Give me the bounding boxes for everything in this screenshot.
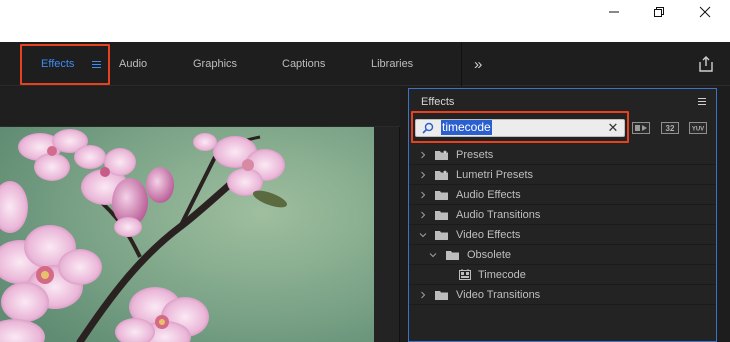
chevron-right-icon[interactable] [419, 171, 427, 179]
workspace-tab-audio[interactable]: Audio [119, 42, 147, 86]
more-workspaces-button[interactable]: » [474, 42, 494, 86]
tree-item-label: Video Transitions [456, 288, 541, 301]
32-bit-color-icon[interactable]: 32 [660, 120, 680, 136]
window-titlebar [0, 0, 730, 42]
tree-item-obsolete[interactable]: Obsolete [409, 245, 716, 265]
chevron-right-icon[interactable] [419, 211, 427, 219]
folder-icon [435, 291, 448, 300]
workspace-tab-label: Audio [119, 58, 148, 70]
chevron-right-icon[interactable] [419, 191, 427, 199]
effects-panel-header: Effects [409, 89, 716, 115]
tree-item-label: Video Effects [456, 228, 521, 241]
workspace-tab-effects[interactable]: Effects [41, 42, 102, 86]
tree-item-label: Audio Transitions [456, 208, 541, 221]
chevron-right-icon[interactable] [419, 291, 427, 299]
folder-icon [435, 191, 448, 200]
share-icon[interactable] [696, 54, 716, 74]
close-icon[interactable] [683, 2, 727, 22]
monitor-header [0, 87, 400, 127]
tree-item-presets[interactable]: Presets [409, 145, 716, 165]
tree-item-label: Obsolete [467, 248, 512, 261]
panel-menu-icon[interactable] [698, 98, 706, 105]
tree-item-audio-effects[interactable]: Audio Effects [409, 185, 716, 205]
workspace-tab-captions[interactable]: Captions [282, 42, 325, 86]
tree-item-label: Timecode [478, 268, 526, 281]
divider [461, 42, 462, 86]
workspace-tab-label: Effects [41, 58, 75, 70]
folder-icon [435, 211, 448, 220]
restore-icon[interactable] [637, 2, 681, 22]
folder-icon [446, 251, 459, 260]
workspace-bar: Effects Audio Graphics Captions Librarie… [0, 42, 730, 86]
workspace-tab-libraries[interactable]: Libraries [371, 42, 413, 86]
tree-item-video-transitions[interactable]: Video Transitions [409, 285, 716, 305]
program-monitor [0, 87, 400, 342]
workspace-menu-icon[interactable] [92, 60, 102, 68]
32-label: 32 [666, 124, 675, 133]
preset-folder-icon [435, 170, 448, 180]
tree-item-timecode[interactable]: Timecode [409, 265, 716, 285]
effects-panel: Effects timecode ✕ 32 YUV Presets Lumetr… [408, 88, 717, 342]
yuv-effects-icon[interactable]: YUV [688, 120, 708, 136]
tree-item-label: Audio Effects [456, 188, 521, 201]
yuv-label: YUV [692, 127, 704, 133]
panel-title: Effects [421, 96, 455, 108]
effect-icon [459, 269, 471, 280]
chevron-down-icon[interactable] [419, 231, 427, 239]
search-input[interactable]: timecode [441, 120, 492, 135]
folder-icon [435, 231, 448, 240]
workspace-tab-label: Libraries [371, 58, 414, 70]
tree-item-audio-transitions[interactable]: Audio Transitions [409, 205, 716, 225]
tree-item-label: Presets [456, 148, 494, 161]
workspace-tab-label: Captions [282, 58, 326, 70]
effects-search-field[interactable]: timecode ✕ [415, 119, 625, 137]
clear-search-button[interactable]: ✕ [606, 120, 620, 136]
tree-item-lumetri-presets[interactable]: Lumetri Presets [409, 165, 716, 185]
workspace-tab-label: Graphics [193, 58, 238, 70]
preset-folder-icon [435, 150, 448, 160]
video-frame[interactable] [0, 127, 374, 342]
search-icon [422, 122, 434, 134]
workspace-tab-graphics[interactable]: Graphics [193, 42, 237, 86]
chevron-down-icon[interactable] [429, 251, 437, 259]
tree-item-video-effects[interactable]: Video Effects [409, 225, 716, 245]
accelerated-effects-icon[interactable] [631, 120, 651, 136]
tree-item-label: Lumetri Presets [456, 168, 534, 181]
chevron-right-icon[interactable] [419, 151, 427, 159]
minimize-icon[interactable] [592, 2, 636, 22]
